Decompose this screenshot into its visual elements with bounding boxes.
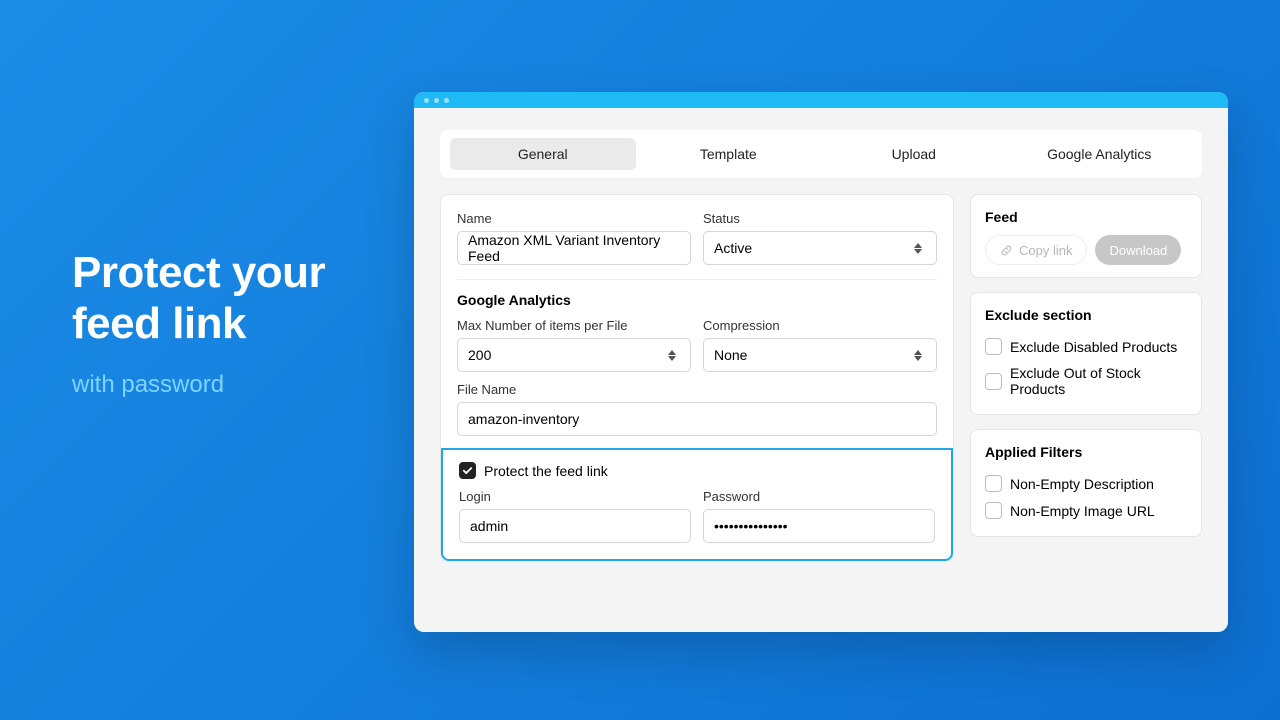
- protect-label: Protect the feed link: [484, 463, 608, 479]
- window-dot-icon: [424, 98, 429, 103]
- hero-subtitle: with password: [72, 371, 325, 399]
- copy-link-button[interactable]: Copy link: [985, 235, 1087, 265]
- link-icon: [1000, 244, 1013, 257]
- exclude-heading: Exclude section: [985, 307, 1187, 323]
- name-input[interactable]: Amazon XML Variant Inventory Feed: [457, 231, 691, 265]
- filters-heading: Applied Filters: [985, 444, 1187, 460]
- chevron-updown-icon: [914, 346, 926, 364]
- download-button[interactable]: Download: [1095, 235, 1181, 265]
- tab-template[interactable]: Template: [636, 138, 822, 170]
- filter-nonempty-image-checkbox[interactable]: [985, 502, 1002, 519]
- filename-label: File Name: [457, 382, 937, 397]
- login-label: Login: [459, 489, 691, 504]
- password-input[interactable]: •••••••••••••••: [703, 509, 935, 543]
- window-dot-icon: [444, 98, 449, 103]
- feed-heading: Feed: [985, 209, 1187, 225]
- exclude-oos-checkbox[interactable]: [985, 373, 1002, 390]
- exclude-disabled-checkbox[interactable]: [985, 338, 1002, 355]
- exclude-panel: Exclude section Exclude Disabled Product…: [970, 292, 1202, 415]
- max-items-select[interactable]: 200: [457, 338, 691, 372]
- feed-panel: Feed Copy link Download: [970, 194, 1202, 278]
- exclude-item-label: Exclude Disabled Products: [1010, 339, 1177, 355]
- tab-general[interactable]: General: [450, 138, 636, 170]
- filename-input[interactable]: amazon-inventory: [457, 402, 937, 436]
- password-label: Password: [703, 489, 935, 504]
- status-label: Status: [703, 211, 937, 226]
- window-dot-icon: [434, 98, 439, 103]
- tab-upload[interactable]: Upload: [821, 138, 1007, 170]
- tab-bar: General Template Upload Google Analytics: [440, 130, 1202, 178]
- filter-item-label: Non-Empty Description: [1010, 476, 1154, 492]
- filter-nonempty-desc-checkbox[interactable]: [985, 475, 1002, 492]
- compression-label: Compression: [703, 318, 937, 333]
- max-items-label: Max Number of items per File: [457, 318, 691, 333]
- app-window: General Template Upload Google Analytics…: [414, 92, 1228, 632]
- compression-select[interactable]: None: [703, 338, 937, 372]
- protect-checkbox[interactable]: [459, 462, 476, 479]
- chevron-updown-icon: [668, 346, 680, 364]
- hero-title: Protect your feed link: [72, 248, 325, 349]
- protect-section: Protect the feed link Login admin Passwo…: [441, 448, 953, 561]
- login-input[interactable]: admin: [459, 509, 691, 543]
- chevron-updown-icon: [914, 239, 926, 257]
- check-icon: [462, 465, 473, 476]
- divider: [457, 279, 937, 280]
- status-select[interactable]: Active: [703, 231, 937, 265]
- ga-heading: Google Analytics: [457, 292, 937, 308]
- main-form: Name Amazon XML Variant Inventory Feed S…: [440, 194, 954, 562]
- filters-panel: Applied Filters Non-Empty Description No…: [970, 429, 1202, 537]
- window-titlebar: [414, 92, 1228, 108]
- name-label: Name: [457, 211, 691, 226]
- hero-text: Protect your feed link with password: [72, 248, 325, 399]
- tab-google-analytics[interactable]: Google Analytics: [1007, 138, 1193, 170]
- exclude-item-label: Exclude Out of Stock Products: [1010, 365, 1187, 397]
- filter-item-label: Non-Empty Image URL: [1010, 503, 1155, 519]
